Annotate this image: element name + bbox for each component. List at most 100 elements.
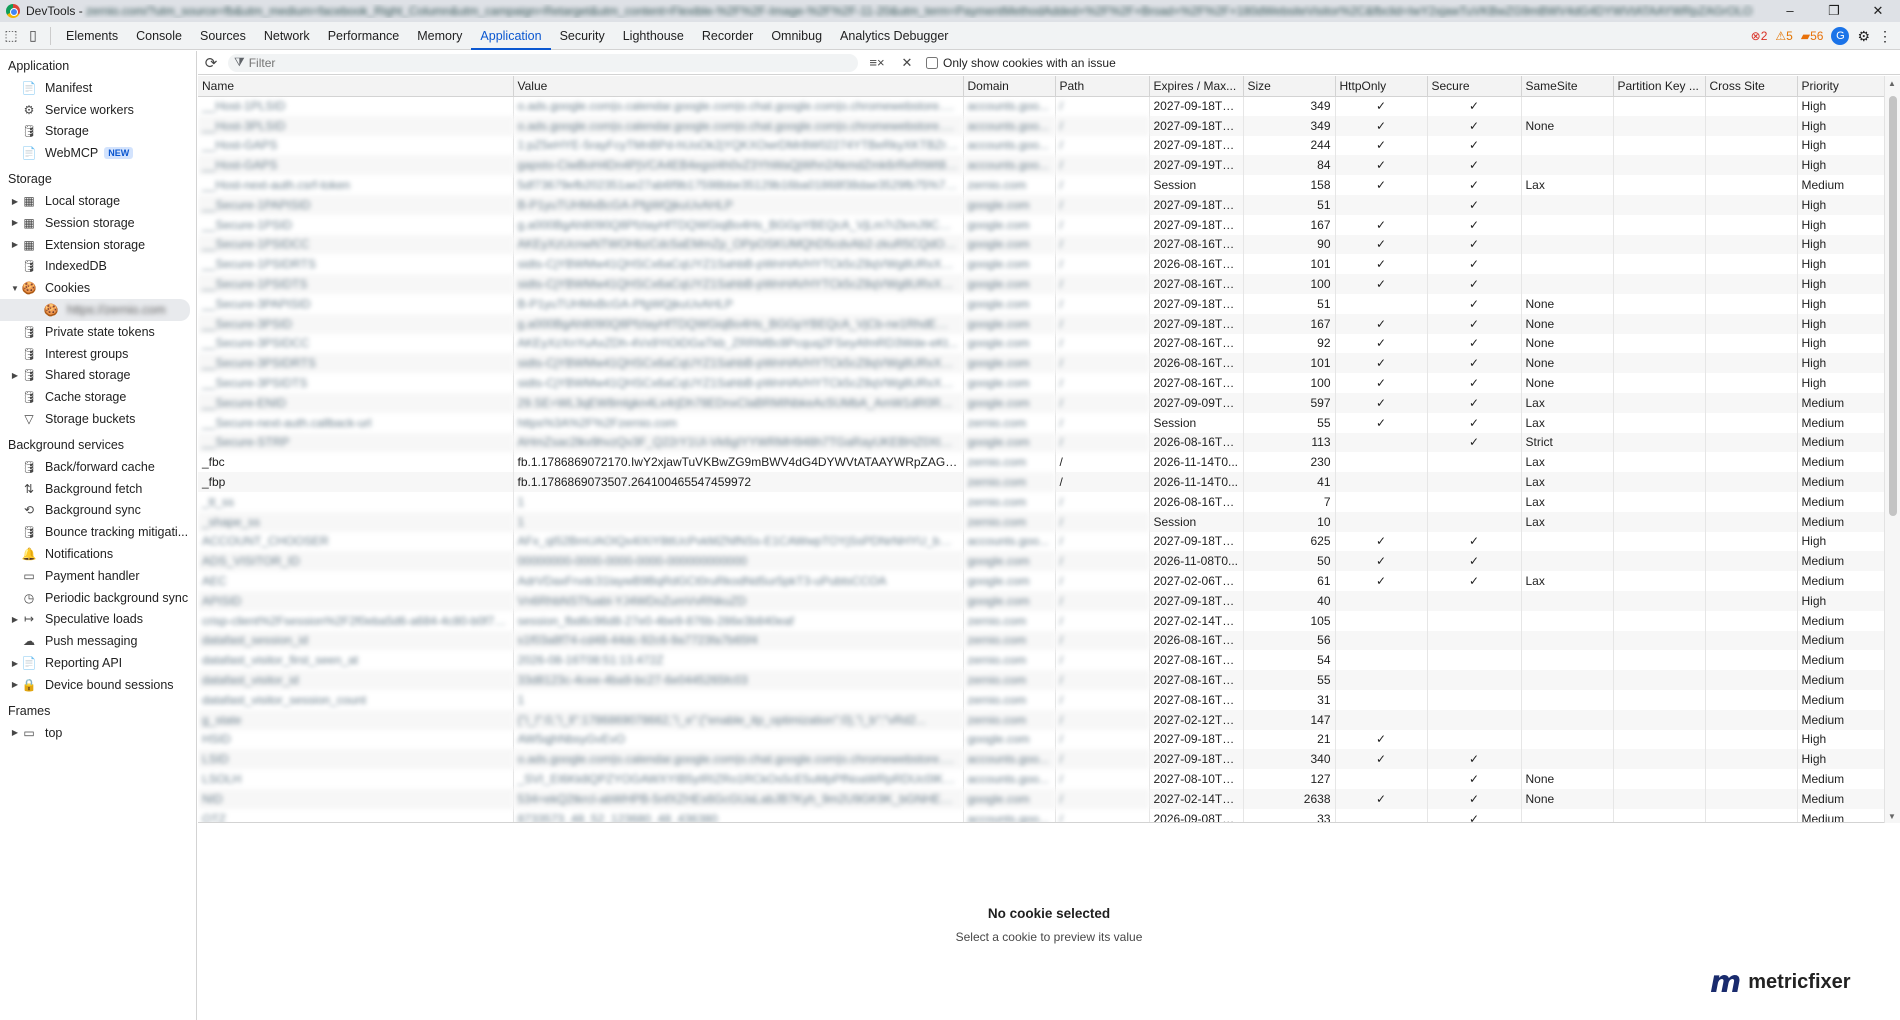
sidebar-item-session-storage[interactable]: ▶ ▦ Session storage	[0, 212, 196, 234]
table-row[interactable]: __Host-GAPS 1:pZ5eHYE-5rayFcyTMnBPd-hUoOk…	[198, 135, 1885, 156]
table-row[interactable]: __Secure-STRP AHmZsac2lkv9hvzQv3F_Q22rY1U…	[198, 432, 1885, 453]
only-issue-checkbox-label[interactable]: Only show cookies with an issue	[926, 56, 1116, 70]
inspect-element-icon[interactable]: ⬚	[0, 22, 22, 50]
column-header-path[interactable]: Path	[1055, 76, 1150, 97]
sidebar-item-device-bound-sessions[interactable]: ▶ 🔒 Device bound sessions	[0, 674, 196, 696]
column-header-samesite[interactable]: SameSite	[1521, 76, 1614, 97]
device-toolbar-icon[interactable]: ▯	[22, 22, 44, 50]
table-row[interactable]: ACCOUNT_CHOOSER AFx_qI52BmUAOIQx4IXiY8ttU…	[198, 531, 1885, 552]
expand-arrow-icon[interactable]: ▶	[8, 680, 22, 689]
expand-arrow-icon[interactable]: ▶	[8, 659, 22, 668]
table-row[interactable]: __Host-3PLSID o.ads.google.com|o.calendar…	[198, 115, 1885, 136]
sidebar-item-push-messaging[interactable]: ☁ Push messaging	[0, 630, 196, 652]
table-row[interactable]: HSID AW5qjhNbsyGvEvO google.com/2027-09-18…	[198, 729, 1885, 750]
tab-console[interactable]: Console	[127, 22, 191, 50]
tab-application[interactable]: Application	[471, 22, 551, 50]
scroll-down-icon[interactable]: ▼	[1888, 812, 1896, 821]
column-header-value[interactable]: Value	[513, 76, 964, 97]
sidebar-item-webmcp[interactable]: 📄 WebMCP NEW	[0, 142, 196, 164]
table-row[interactable]: datafast_visitor_id 33d8123c-4cee-4ba9-bc…	[198, 670, 1885, 690]
table-row[interactable]: crisp-client%2Fsession%2F2f0eba5d6-a684-…	[198, 610, 1885, 631]
scrollbar-thumb[interactable]	[1889, 96, 1897, 516]
table-row[interactable]: __Secure-1PSIDCC AKEyXzUcnwNTWOHbzCdc5aEM…	[198, 234, 1885, 255]
sidebar-item-bounce-tracking-mitigati[interactable]: 🛢 Bounce tracking mitigati...	[0, 521, 196, 543]
column-header-name[interactable]: Name	[198, 76, 514, 97]
expand-arrow-icon[interactable]: ▶	[8, 615, 22, 624]
column-header-priority[interactable]: Priority	[1797, 76, 1885, 97]
column-header-partition-key[interactable]: Partition Key ...	[1613, 76, 1706, 97]
table-row[interactable]: OTZ 8733573_48_52_123680_48_436380 account…	[198, 808, 1885, 822]
sidebar-item-https-zernio-com[interactable]: 🍪 https://zernio.com	[0, 299, 190, 321]
table-row[interactable]: __Host-1PLSID o.ads.google.com|o.calendar…	[198, 96, 1885, 116]
table-row[interactable]: _shape_ss 1 zernio.com / Session 10 Lax Medium	[198, 511, 1885, 532]
clear-all-cookies-button[interactable]: ✕	[896, 55, 918, 71]
filter-input[interactable]	[248, 55, 839, 70]
table-row[interactable]: __Secure-1PSID g.a000BgAh8090Q8PfzlayHfTD…	[198, 214, 1885, 235]
tab-network[interactable]: Network	[255, 22, 319, 50]
tab-sources[interactable]: Sources	[191, 22, 255, 50]
expand-arrow-icon[interactable]: ▶	[8, 218, 22, 227]
column-header-domain[interactable]: Domain	[963, 76, 1056, 97]
sidebar-item-manifest[interactable]: 📄 Manifest	[0, 77, 196, 99]
sidebar-item-reporting-api[interactable]: ▶ 📄 Reporting API	[0, 652, 196, 674]
sidebar-item-payment-handler[interactable]: ▭ Payment handler	[0, 565, 196, 587]
table-row[interactable]: __Secure-3PSIDRTS sidts-CjYBWMw41QHSCx6aC…	[198, 353, 1885, 374]
table-row[interactable]: __Secure-1PSIDRTS sidts-CjYBWMw41QHSCx6aC…	[198, 254, 1885, 275]
tab-memory[interactable]: Memory	[408, 22, 471, 50]
sidebar-item-cookies[interactable]: ▼ 🍪 Cookies	[0, 277, 196, 299]
error-count[interactable]: ⊗2	[1751, 29, 1768, 43]
sidebar-item-cache-storage[interactable]: 🛢 Cache storage	[0, 386, 196, 408]
tab-analytics-debugger[interactable]: Analytics Debugger	[831, 22, 957, 50]
tab-recorder[interactable]: Recorder	[693, 22, 762, 50]
sidebar-item-speculative-loads[interactable]: ▶ ↦ Speculative loads	[0, 609, 196, 631]
warning-count[interactable]: ⚠5	[1775, 29, 1792, 43]
sidebar-item-notifications[interactable]: 🔔 Notifications	[0, 543, 196, 565]
column-header-secure[interactable]: Secure	[1427, 76, 1522, 97]
sidebar-item-background-fetch[interactable]: ⇅ Background fetch	[0, 478, 196, 500]
sidebar-item-storage[interactable]: 🛢 Storage	[0, 121, 196, 143]
column-header-cross-site[interactable]: Cross Site	[1705, 76, 1798, 97]
table-row[interactable]: NID 534=ekQ2tkrcl-abWHPB-5nfXZHEs6GcGUaLa…	[198, 788, 1885, 809]
issue-count[interactable]: ▰56	[1801, 29, 1824, 43]
sidebar-item-top[interactable]: ▶ ▭ top	[0, 722, 196, 744]
scroll-up-icon[interactable]: ▲	[1888, 79, 1896, 88]
sidebar-item-periodic-background-sync[interactable]: ◷ Periodic background sync	[0, 587, 196, 609]
table-row[interactable]: _fbc fb.1.1786869072170.IwY2xjawTuVKBwZG9…	[198, 452, 1885, 473]
close-window-button[interactable]: ✕	[1856, 0, 1900, 22]
table-row[interactable]: LSID o.ads.google.com|o.calendar.google.c…	[198, 749, 1885, 770]
table-row[interactable]: ADS_VISITOR_ID 00000000-0000-0000-0000-00…	[198, 551, 1885, 572]
table-row[interactable]: AEC AdrVDaxFrvdc31laywB9BqRdGCt0ruRkodNd5…	[198, 571, 1885, 591]
tab-omnibug[interactable]: Omnibug	[762, 22, 831, 50]
table-row[interactable]: LSOLH _SVI_EI6Kk8QPZYOGAWXYIB5yIRIZRo1RCk…	[198, 769, 1885, 789]
sidebar-item-indexeddb[interactable]: 🛢 IndexedDB	[0, 256, 196, 278]
table-row[interactable]: __Secure-3PSID g.a000BgAh8090Q8PfzlayHfTD…	[198, 313, 1885, 334]
table-row[interactable]: __Secure-3PSIDCC AKEyXzXnYuAxZDh-4Vx9YiOi…	[198, 333, 1885, 354]
column-header-httponly[interactable]: HttpOnly	[1335, 76, 1428, 97]
sidebar-item-extension-storage[interactable]: ▶ ▦ Extension storage	[0, 234, 196, 256]
expand-arrow-icon[interactable]: ▶	[8, 728, 22, 737]
only-issue-checkbox[interactable]	[926, 56, 938, 69]
table-row[interactable]: _fbp fb.1.1786869073507.26410046554745997…	[198, 472, 1885, 492]
table-row[interactable]: datafast_session_id s1f03a8f74-cd48-44dc-…	[198, 630, 1885, 651]
table-row[interactable]: __Secure-3PAPISID B-P1yuTUHMxBcGA-PfgWQjk…	[198, 293, 1885, 314]
table-row[interactable]: datafast_visitor_first_seen_at 2026-08-16…	[198, 650, 1885, 671]
sidebar-item-private-state-tokens[interactable]: 🛢 Private state tokens	[0, 321, 196, 343]
settings-gear-icon[interactable]: ⚙	[1857, 28, 1870, 45]
column-header-expires-max[interactable]: Expires / Max...	[1149, 76, 1244, 97]
expand-arrow-icon[interactable]: ▶	[8, 371, 22, 380]
sidebar-item-shared-storage[interactable]: ▶ 🛢 Shared storage	[0, 365, 196, 387]
table-row[interactable]: __Secure-3PSIDTS sidts-CjYBWMw41QHSCx6aCq…	[198, 373, 1885, 393]
sidebar-item-storage-buckets[interactable]: ▽ Storage buckets	[0, 408, 196, 430]
sidebar-item-back-forward-cache[interactable]: 🛢 Back/forward cache	[0, 456, 196, 478]
tab-security[interactable]: Security	[551, 22, 614, 50]
table-row[interactable]: _tt_ss 1 zernio.com/2026-08-16T0... 7 Lax Med…	[198, 491, 1885, 512]
table-row[interactable]: __Host-GAPS gapsto-CiwBoH4Dn4PjVCA4EB4egs…	[198, 155, 1885, 176]
sidebar-item-interest-groups[interactable]: 🛢 Interest groups	[0, 343, 196, 365]
tab-elements[interactable]: Elements	[57, 22, 127, 50]
expand-arrow-icon[interactable]: ▼	[8, 284, 22, 293]
avatar[interactable]: G	[1831, 27, 1850, 45]
table-row[interactable]: g_state {"i_l":0,"i_ll":1786869078662,"i_…	[198, 709, 1885, 730]
table-row[interactable]: __Secure-1PSIDTS sidts-CjYBWMw41QHSCx6aCq…	[198, 274, 1885, 294]
more-options-icon[interactable]: ⋮	[1878, 28, 1892, 45]
expand-arrow-icon[interactable]: ▶	[8, 197, 22, 206]
